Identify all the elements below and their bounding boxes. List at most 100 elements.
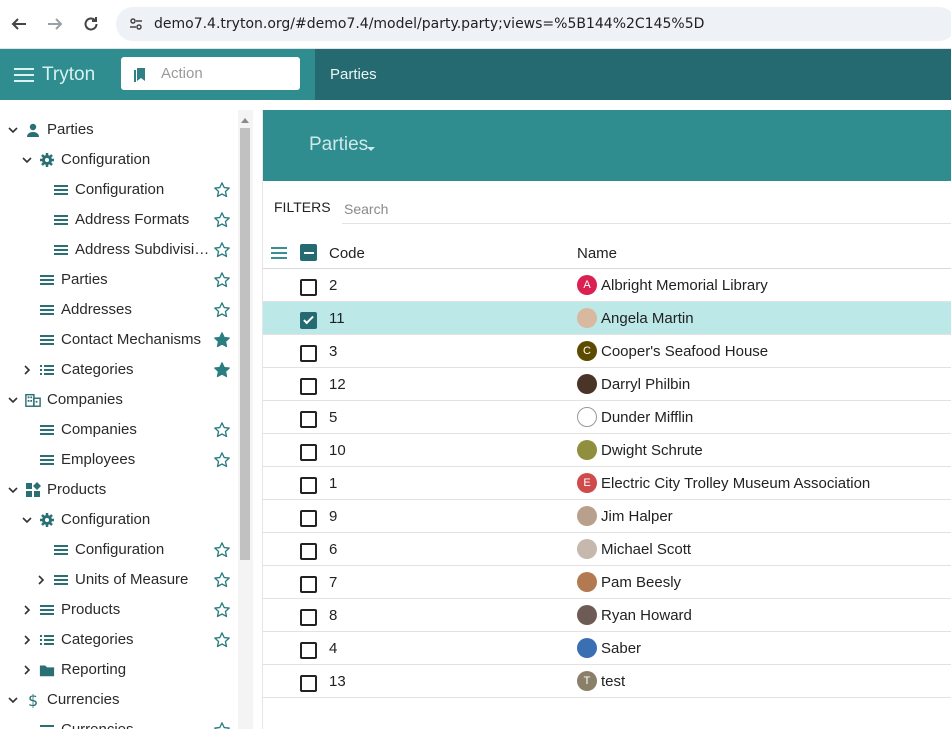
table-row[interactable]: 6 Michael Scott	[263, 533, 951, 566]
sidebar-item-label: Categories	[61, 361, 134, 378]
table-row[interactable]: 8 Ryan Howard	[263, 599, 951, 632]
list-icon	[39, 602, 55, 618]
chevron-down-icon[interactable]	[7, 124, 19, 136]
site-settings-icon[interactable]	[122, 10, 150, 38]
star-outline-icon[interactable]	[213, 301, 231, 319]
sidebar-item-units-of-measure[interactable]: Units of Measure	[0, 565, 238, 595]
chevron-down-icon[interactable]	[7, 394, 19, 406]
star-outline-icon[interactable]	[213, 181, 231, 199]
search-input[interactable]	[342, 194, 951, 224]
url-text[interactable]: demo7.4.tryton.org/#demo7.4/model/party.…	[154, 16, 704, 32]
sidebar-item-categories[interactable]: Categories	[0, 355, 238, 385]
column-menu-icon[interactable]	[271, 247, 287, 259]
select-all-checkbox[interactable]	[300, 244, 317, 261]
sidebar-item-configuration[interactable]: Configuration	[0, 535, 238, 565]
row-checkbox[interactable]	[300, 543, 317, 560]
table-row[interactable]: 3 C Cooper's Seafood House	[263, 335, 951, 368]
table-row[interactable]: 10 Dwight Schrute	[263, 434, 951, 467]
chevron-right-icon[interactable]	[21, 364, 33, 376]
chevron-right-icon[interactable]	[21, 604, 33, 616]
sidebar-item-reporting[interactable]: Reporting	[0, 655, 238, 685]
row-checkbox[interactable]	[300, 576, 317, 593]
sidebar-item-companies[interactable]: Companies	[0, 385, 238, 415]
sidebar-item-employees[interactable]: Employees	[0, 445, 238, 475]
reload-icon[interactable]	[73, 6, 109, 42]
sidebar-item-products[interactable]: Products	[0, 595, 238, 625]
row-checkbox[interactable]	[300, 477, 317, 494]
star-outline-icon[interactable]	[213, 211, 231, 229]
sidebar-item-currencies[interactable]: $ Currencies	[0, 685, 238, 715]
table-row[interactable]: 11 Angela Martin	[263, 302, 951, 335]
sidebar-item-products[interactable]: Products	[0, 475, 238, 505]
row-checkbox[interactable]	[300, 279, 317, 296]
star-outline-icon[interactable]	[213, 421, 231, 439]
bookmark-icon[interactable]	[121, 57, 161, 90]
table-row[interactable]: 13 Ttest	[263, 665, 951, 698]
filters-button[interactable]: FILTERS	[274, 199, 331, 215]
sidebar-item-companies[interactable]: Companies	[0, 415, 238, 445]
table-row[interactable]: 7 Pam Beesly	[263, 566, 951, 599]
sidebar-item-configuration[interactable]: Configuration	[0, 145, 238, 175]
back-icon[interactable]	[1, 6, 37, 42]
action-search[interactable]	[121, 57, 300, 90]
sidebar-item-address-formats[interactable]: Address Formats	[0, 205, 238, 235]
sidebar-item-categories[interactable]: Categories	[0, 625, 238, 655]
star-outline-icon[interactable]	[213, 721, 231, 729]
table-row[interactable]: 5 Dunder Mifflin	[263, 401, 951, 434]
sidebar-item-parties[interactable]: Parties	[0, 115, 238, 145]
sidebar-item-label: Products	[61, 601, 121, 618]
sidebar-scroll-thumb[interactable]	[240, 128, 250, 560]
row-checkbox[interactable]	[300, 378, 317, 395]
sidebar-item-currencies[interactable]: Currencies	[0, 715, 238, 729]
table-row[interactable]: 2 A Albright Memorial Library	[263, 269, 951, 302]
star-outline-icon[interactable]	[213, 631, 231, 649]
row-checkbox[interactable]	[300, 312, 317, 329]
column-header-code[interactable]: Code	[329, 245, 365, 262]
sidebar-item-addresses[interactable]: Addresses	[0, 295, 238, 325]
sidebar-item-parties[interactable]: Parties	[0, 265, 238, 295]
brand-name[interactable]: Tryton	[42, 64, 95, 86]
tab-parties[interactable]: Parties	[330, 66, 377, 83]
scroll-up-arrow-icon[interactable]	[241, 118, 249, 123]
chevron-down-icon[interactable]	[7, 694, 19, 706]
avatar	[577, 407, 597, 427]
table-row[interactable]: 9 Jim Halper	[263, 500, 951, 533]
action-input[interactable]	[161, 65, 291, 82]
row-checkbox[interactable]	[300, 444, 317, 461]
sidebar-item-configuration[interactable]: Configuration	[0, 505, 238, 535]
title-dropdown-icon[interactable]	[367, 147, 375, 151]
chevron-down-icon[interactable]	[7, 484, 19, 496]
star-outline-icon[interactable]	[213, 541, 231, 559]
chevron-right-icon[interactable]	[35, 574, 47, 586]
star-filled-icon[interactable]	[213, 331, 231, 349]
table-row[interactable]: 1 E Electric City Trolley Museum Associati…	[263, 467, 951, 500]
chevron-right-icon[interactable]	[21, 664, 33, 676]
star-filled-icon[interactable]	[213, 361, 231, 379]
address-bar[interactable]: demo7.4.tryton.org/#demo7.4/model/party.…	[116, 7, 951, 41]
star-outline-icon[interactable]	[213, 271, 231, 289]
menu-toggle-icon[interactable]	[14, 67, 34, 82]
sidebar-item-label: Parties	[61, 271, 108, 288]
sidebar-item-configuration[interactable]: Configuration	[0, 175, 238, 205]
sidebar-item-contact-mechanisms[interactable]: Contact Mechanisms	[0, 325, 238, 355]
star-outline-icon[interactable]	[213, 571, 231, 589]
sidebar-item-label: Configuration	[75, 181, 165, 198]
row-checkbox[interactable]	[300, 675, 317, 692]
chevron-down-icon[interactable]	[21, 514, 33, 526]
star-outline-icon[interactable]	[213, 601, 231, 619]
chevron-down-icon[interactable]	[21, 154, 33, 166]
page-title[interactable]: Parties	[309, 134, 368, 156]
sidebar-item-address-subdivisi[interactable]: Address Subdivisi…	[0, 235, 238, 265]
table-row[interactable]: 4 Saber	[263, 632, 951, 665]
forward-icon[interactable]	[37, 6, 73, 42]
row-checkbox[interactable]	[300, 411, 317, 428]
row-checkbox[interactable]	[300, 642, 317, 659]
star-outline-icon[interactable]	[213, 451, 231, 469]
star-outline-icon[interactable]	[213, 241, 231, 259]
table-row[interactable]: 12 Darryl Philbin	[263, 368, 951, 401]
chevron-right-icon[interactable]	[21, 634, 33, 646]
column-header-name[interactable]: Name	[577, 245, 617, 262]
row-checkbox[interactable]	[300, 510, 317, 527]
row-checkbox[interactable]	[300, 609, 317, 626]
row-checkbox[interactable]	[300, 345, 317, 362]
